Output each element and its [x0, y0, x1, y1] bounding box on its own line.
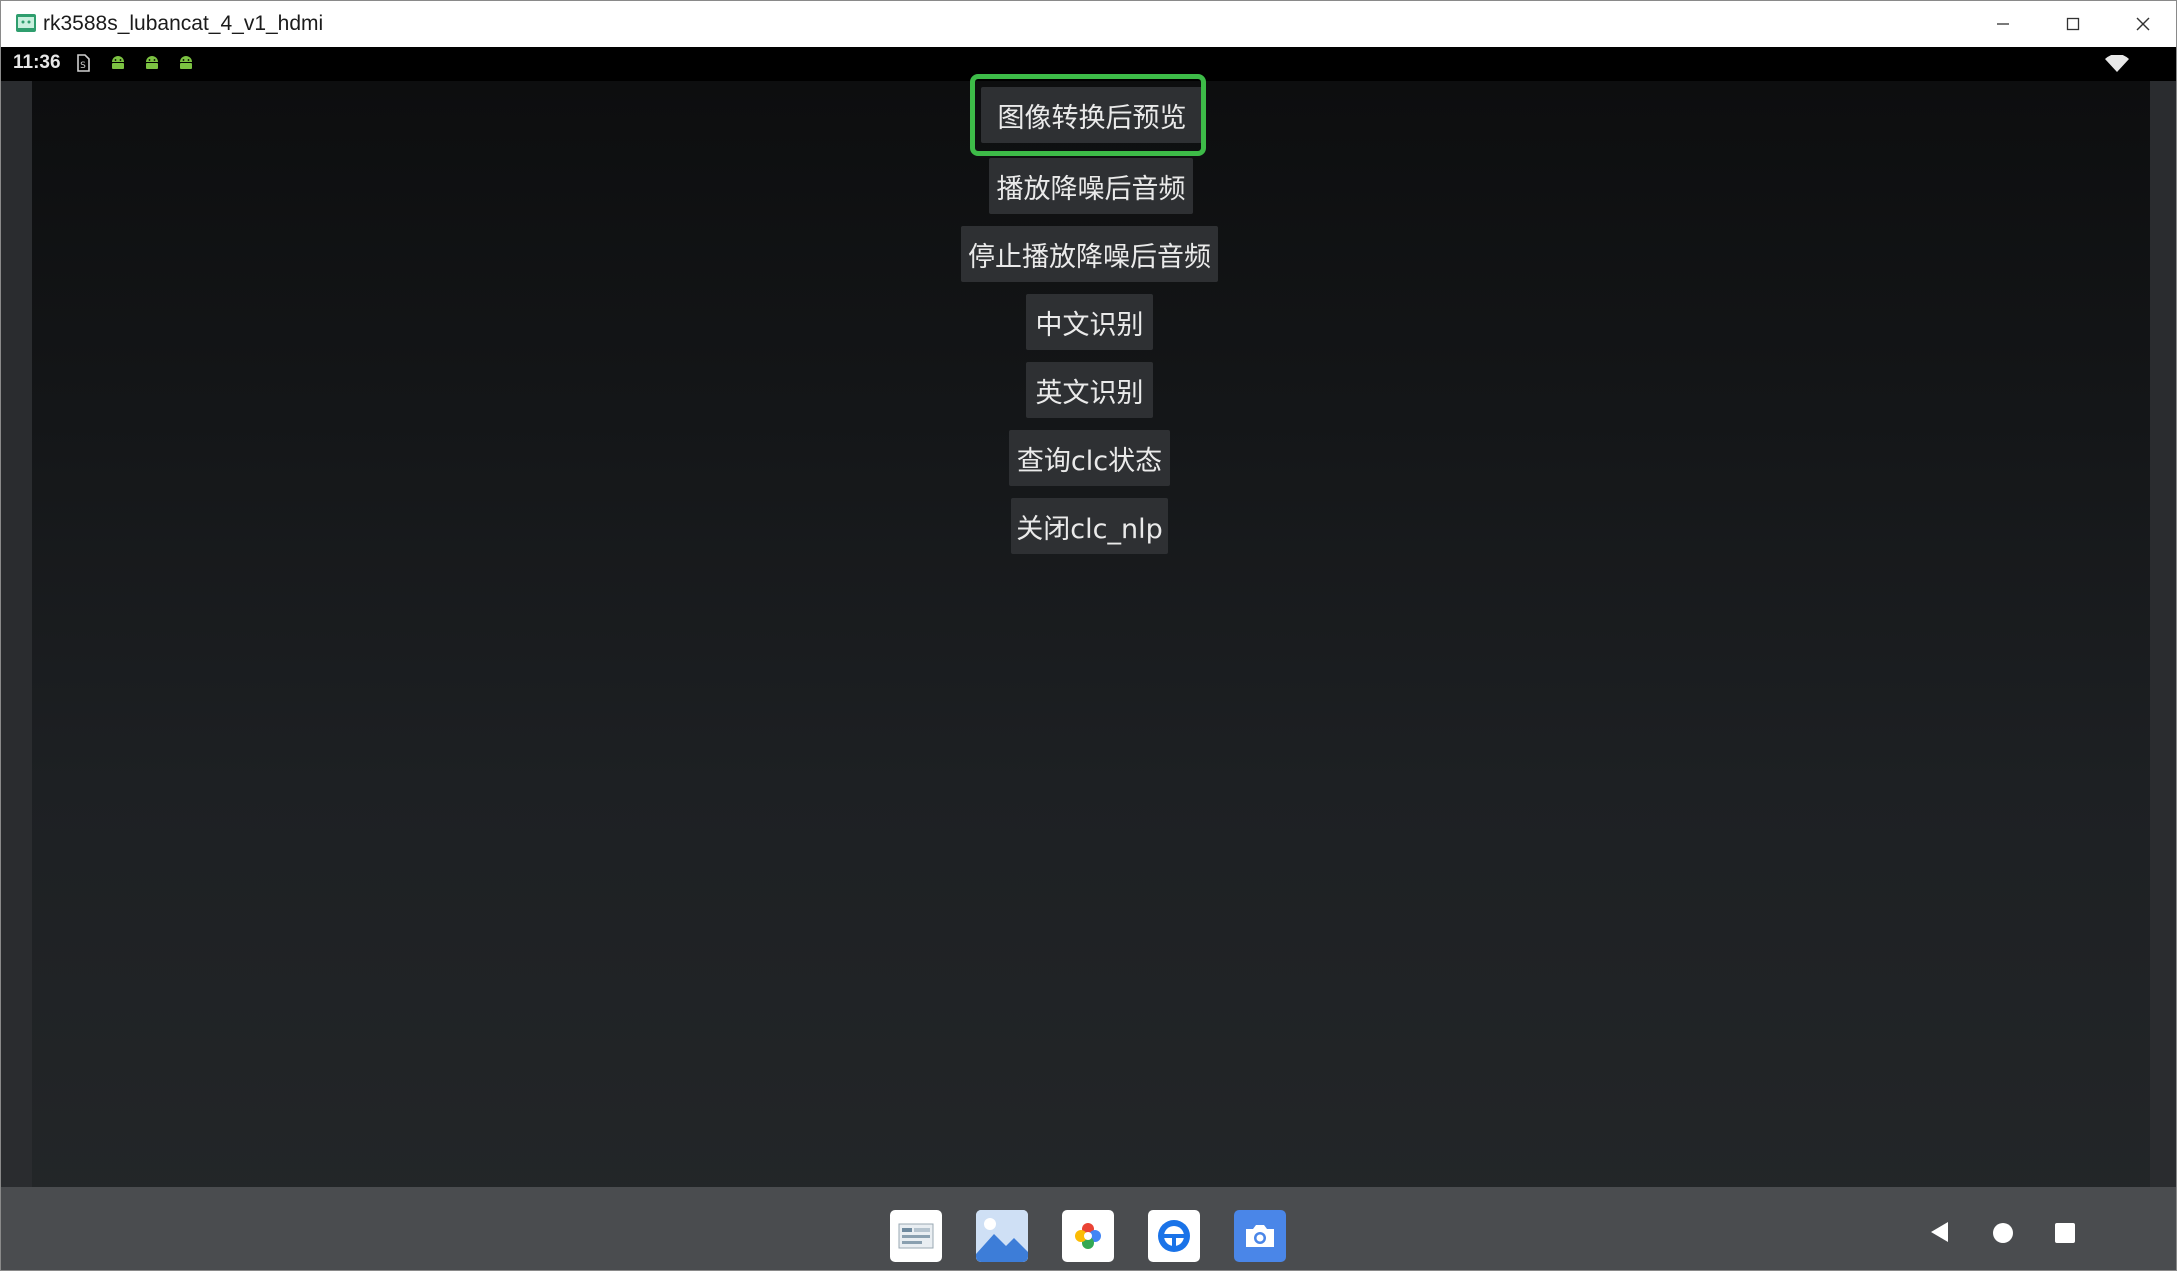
- status-time: 11:36: [13, 52, 61, 73]
- android-icon: [180, 56, 192, 69]
- svg-text:S: S: [80, 61, 86, 71]
- sim-icon: S: [77, 54, 90, 72]
- close-clc-nlp-button[interactable]: 关闭clc_nlp: [1011, 498, 1168, 554]
- close-icon: [2136, 17, 2150, 31]
- browser-icon: [1158, 1220, 1190, 1252]
- close-button[interactable]: [2108, 1, 2176, 47]
- chinese-recognition-button[interactable]: 中文识别: [1026, 294, 1153, 350]
- photos-icon: [1075, 1223, 1101, 1249]
- emulator-app-icon: [16, 14, 36, 32]
- gallery-icon: [976, 1210, 1028, 1262]
- wifi-icon: [2105, 55, 2129, 72]
- play-denoised-audio-button[interactable]: 播放降噪后音频: [989, 158, 1193, 214]
- selection-highlight: [970, 74, 1206, 156]
- emulator-window: rk3588s_lubancat_4_v1_hdmi 11:36 S 图像转换后…: [0, 0, 2177, 1271]
- files-icon: [898, 1223, 934, 1249]
- left-letterbox: [1, 81, 32, 1187]
- gallery-app[interactable]: [976, 1210, 1028, 1262]
- photos-app[interactable]: [1062, 1210, 1114, 1262]
- window-titlebar[interactable]: rk3588s_lubancat_4_v1_hdmi: [1, 1, 2176, 47]
- android-icon: [112, 56, 124, 69]
- home-icon[interactable]: [1992, 1222, 2014, 1244]
- android-icon: [146, 56, 158, 69]
- device-screen[interactable]: 11:36 S 图像转换后预览 播放降噪后音频 停止播放降噪后音频 中文识别 英…: [1, 47, 2176, 1270]
- window-title: rk3588s_lubancat_4_v1_hdmi: [43, 12, 324, 35]
- maximize-button[interactable]: [2038, 1, 2108, 47]
- query-clc-status-button[interactable]: 查询clc状态: [1009, 430, 1170, 486]
- navigation-bar: [1, 1187, 2176, 1270]
- recents-icon[interactable]: [2055, 1223, 2075, 1243]
- back-icon[interactable]: [1928, 1220, 1952, 1244]
- stop-denoised-audio-button[interactable]: 停止播放降噪后音频: [961, 226, 1218, 282]
- camera-icon: [1246, 1225, 1274, 1247]
- camera-app[interactable]: [1234, 1210, 1286, 1262]
- right-letterbox: [2150, 81, 2176, 1187]
- minimize-icon: [1997, 23, 2009, 25]
- minimize-button[interactable]: [1968, 1, 2038, 47]
- files-app[interactable]: [890, 1210, 942, 1262]
- browser-app[interactable]: [1148, 1210, 1200, 1262]
- english-recognition-button[interactable]: 英文识别: [1026, 362, 1153, 418]
- maximize-icon: [2066, 17, 2080, 31]
